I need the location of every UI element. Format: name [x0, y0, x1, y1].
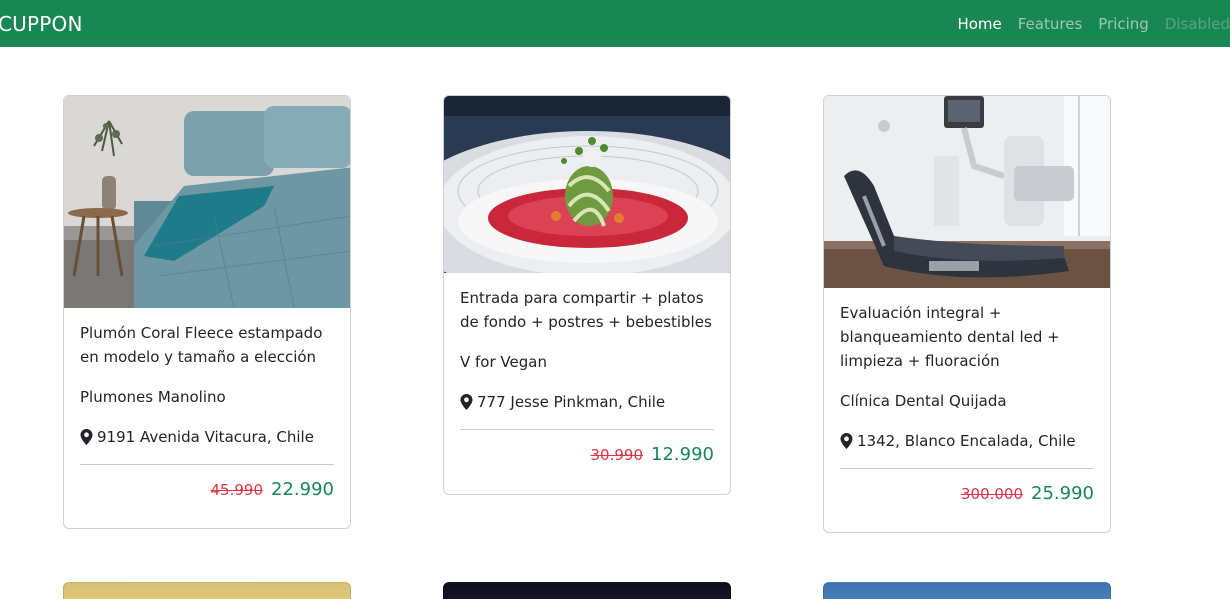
divider	[840, 468, 1094, 469]
old-price: 45.990	[210, 481, 264, 499]
divider	[80, 464, 334, 465]
deal-card-image-partial[interactable]	[823, 582, 1111, 599]
dish-photo[interactable]	[444, 96, 730, 273]
old-price: 300.000	[960, 485, 1024, 503]
location: 9191 Avenida Vitacura, Chile	[80, 425, 334, 449]
card-body: Plumón Coral Fleece estampado en modelo …	[64, 308, 350, 516]
nav-home[interactable]: Home	[949, 15, 1009, 33]
price-row: 30.990 12.990	[460, 444, 714, 465]
divider	[460, 429, 714, 430]
location: 1342, Blanco Encalada, Chile	[840, 429, 1094, 453]
new-price: 25.990	[1031, 483, 1094, 504]
nav-links: Home Features Pricing Disabled	[949, 15, 1230, 33]
map-pin-icon	[460, 394, 473, 410]
map-pin-icon	[80, 429, 93, 445]
nav-features[interactable]: Features	[1010, 15, 1091, 33]
location: 777 Jesse Pinkman, Chile	[460, 390, 714, 414]
merchant-name: Plumones Manolino	[80, 388, 226, 406]
price-row: 300.000 25.990	[840, 483, 1094, 504]
price-row: 45.990 22.990	[80, 479, 334, 500]
deal-card[interactable]: Plumón Coral Fleece estampado en modelo …	[63, 95, 351, 529]
location-text: 777 Jesse Pinkman, Chile	[477, 393, 666, 411]
new-price: 12.990	[651, 444, 714, 465]
card-body: Evaluación integral + blanqueamiento den…	[824, 288, 1110, 520]
deal-card-image-partial[interactable]	[63, 582, 351, 599]
deal-title[interactable]: Plumón Coral Fleece estampado en modelo …	[80, 321, 334, 369]
deal-card[interactable]: Evaluación integral + blanqueamiento den…	[823, 95, 1111, 533]
deal-title[interactable]: Evaluación integral + blanqueamiento den…	[840, 301, 1094, 373]
deal-title[interactable]: Entrada para compartir + platos de fondo…	[460, 286, 714, 334]
location-text: 9191 Avenida Vitacura, Chile	[97, 428, 314, 446]
merchant-name: V for Vegan	[460, 353, 547, 371]
deal-card[interactable]: Entrada para compartir + platos de fondo…	[443, 95, 731, 495]
deal-card-image-partial[interactable]	[443, 582, 731, 599]
nav-disabled: Disabled	[1164, 14, 1230, 33]
merchant-name: Clínica Dental Quijada	[840, 392, 1007, 410]
dental-chair-photo[interactable]	[824, 96, 1110, 288]
new-price: 22.990	[271, 479, 334, 500]
map-pin-icon	[840, 433, 853, 449]
location-text: 1342, Blanco Encalada, Chile	[857, 432, 1076, 450]
card-body: Entrada para compartir + platos de fondo…	[444, 273, 730, 481]
bedding-photo[interactable]	[64, 96, 350, 308]
nav-pricing[interactable]: Pricing	[1090, 15, 1157, 33]
old-price: 30.990	[590, 446, 644, 464]
navbar: CUPPON Home Features Pricing Disabled	[0, 0, 1230, 47]
brand-logo[interactable]: CUPPON	[0, 12, 83, 36]
